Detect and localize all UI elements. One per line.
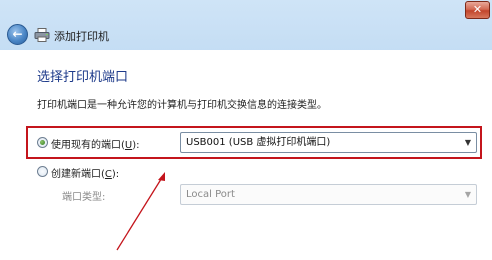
port-type-dropdown[interactable]: Local Port ▼ <box>180 184 477 205</box>
create-new-port-label-text: 创建新端口( <box>51 169 105 180</box>
use-existing-port-radio[interactable] <box>37 137 48 148</box>
printer-icon <box>34 28 50 42</box>
chevron-down-icon: ▼ <box>464 190 471 199</box>
back-button[interactable]: ← <box>7 24 28 45</box>
existing-port-value: USB001 (USB 虚拟打印机端口) <box>186 137 331 148</box>
create-new-port-radio[interactable] <box>37 166 48 177</box>
wizard-nav-bar: ← 添加打印机 <box>0 20 492 50</box>
create-new-port-accelerator: C <box>104 169 112 180</box>
close-icon: ✕ <box>472 3 483 16</box>
page-title: 选择打印机端口 <box>37 70 129 85</box>
create-new-port-label[interactable]: 创建新端口(C): <box>51 165 119 180</box>
port-type-label: 端口类型: <box>62 192 106 203</box>
use-existing-port-label[interactable]: 使用现有的端口(U): <box>51 136 140 151</box>
wizard-content: 选择打印机端口 打印机端口是一种允许您的计算机与打印机交换信息的连接类型。 使用… <box>0 50 492 260</box>
existing-port-dropdown[interactable]: USB001 (USB 虚拟打印机端口) ▼ <box>180 132 477 153</box>
chevron-down-icon: ▼ <box>464 138 471 147</box>
use-existing-port-label-text: 使用现有的端口( <box>51 140 125 151</box>
create-new-port-label-suffix: ): <box>111 169 120 180</box>
radio-selected-dot <box>40 140 45 145</box>
page-description: 打印机端口是一种允许您的计算机与打印机交换信息的连接类型。 <box>37 100 327 111</box>
window-close-button[interactable]: ✕ <box>465 1 490 19</box>
back-arrow-icon: ← <box>12 27 23 41</box>
window-title: 添加打印机 <box>54 30 109 43</box>
port-type-value: Local Port <box>186 189 235 200</box>
use-existing-port-label-suffix: ): <box>132 140 140 151</box>
